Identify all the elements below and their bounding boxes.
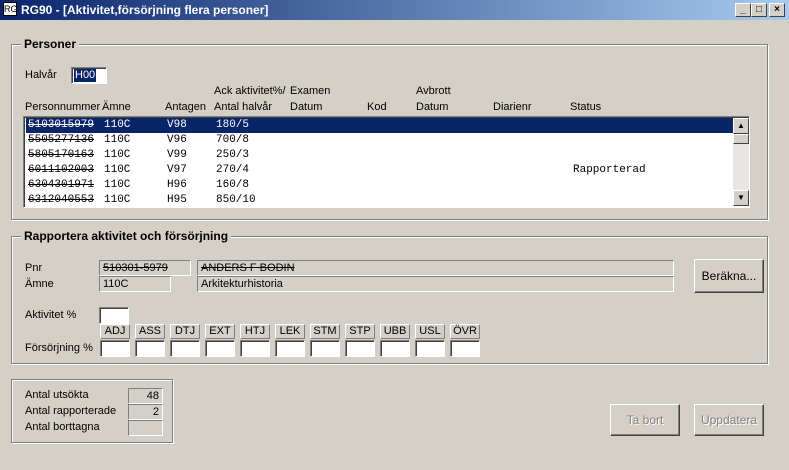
amne-value: 110C (99, 276, 171, 292)
scroll-down-icon[interactable]: ▼ (733, 190, 749, 206)
forsorjning-input-ext[interactable] (205, 340, 235, 357)
header-diarienr: Diarienr (493, 101, 532, 113)
antal-utsokta-value: 48 (128, 388, 163, 404)
table-row[interactable]: 6304301971 110C H96 160/8 (26, 178, 733, 193)
antal-borttagna-label: Antal borttagna (25, 421, 100, 433)
person-list[interactable]: 5103015979 110C V98 180/5 5505277136 110C V96 7… (23, 116, 750, 208)
maximize-button[interactable]: □ (751, 3, 767, 17)
cell-pnr: 5805170163 (28, 149, 95, 161)
cell-ack: 700/8 (216, 134, 250, 146)
halvar-label: Halvår (25, 69, 57, 81)
forsorjning-input-stp[interactable] (345, 340, 375, 357)
scroll-up-icon[interactable]: ▲ (733, 118, 749, 134)
header-status: Status (570, 101, 602, 113)
close-button[interactable]: × (769, 3, 785, 17)
header-ack-aktivitet: Ack aktivitet%/ (214, 85, 286, 97)
ta-bort-button[interactable]: Ta bort (610, 404, 680, 436)
antal-utsokta-label: Antal utsökta (25, 389, 89, 401)
cell-pnr: 5505277136 (28, 134, 95, 146)
cell-amne: 110C (104, 194, 131, 206)
aktivitet-label: Aktivitet % (25, 309, 77, 321)
antal-rapporterade-value: 2 (128, 404, 163, 420)
code-label-övr: ÖVR (450, 324, 480, 339)
code-label-stm: STM (310, 324, 340, 339)
cell-antagen: V96 (167, 134, 187, 146)
app-icon[interactable]: RG (3, 2, 18, 16)
aktivitet-input[interactable] (99, 307, 129, 324)
cell-amne: 110C (104, 179, 131, 191)
header-personnummer: Personnummer (25, 101, 101, 113)
cell-pnr: 6304301971 (28, 179, 95, 191)
cell-ack: 180/5 (216, 119, 250, 131)
code-label-stp: STP (345, 324, 375, 339)
cell-pnr: 6312040553 (28, 194, 95, 206)
forsorjning-label: Försörjning % (25, 342, 93, 354)
antal-borttagna-value (128, 420, 163, 436)
forsorjning-input-adj[interactable] (100, 340, 130, 357)
table-row[interactable]: 5505277136 110C V96 700/8 (26, 133, 733, 148)
cell-amne: 110C (104, 119, 131, 131)
cell-ack: 850/10 (216, 194, 256, 206)
code-label-lek: LEK (275, 324, 305, 339)
code-label-ubb: UBB (380, 324, 410, 339)
uppdatera-button[interactable]: Uppdatera (694, 404, 764, 436)
table-row[interactable]: 6011102003 110C V97 270/4 Rapporterad (26, 163, 733, 178)
code-label-htj: HTJ (240, 324, 270, 339)
code-label-dtj: DTJ (170, 324, 200, 339)
header-antagen: Antagen (165, 101, 206, 113)
person-name-value: ANDERS F BODIN (197, 260, 674, 276)
forsorjning-input-stm[interactable] (310, 340, 340, 357)
header-examen-datum: Datum (290, 101, 323, 113)
personer-group-title: Personer (21, 37, 80, 51)
header-amne: Ämne (102, 101, 131, 113)
table-row[interactable]: 6312040553 110C H95 850/10 (26, 193, 733, 207)
forsorjning-input-ass[interactable] (135, 340, 165, 357)
header-avbrott: Avbrott (416, 85, 451, 97)
forsorjning-input-övr[interactable] (450, 340, 480, 357)
cell-status: Rapporterad (573, 164, 646, 176)
cell-ack: 270/4 (216, 164, 250, 176)
table-row[interactable]: 5805170163 110C V99 250/3 (26, 148, 733, 163)
forsorjning-input-lek[interactable] (275, 340, 305, 357)
code-label-ass: ASS (135, 324, 165, 339)
cell-pnr: 6011102003 (28, 164, 95, 176)
cell-antagen: V97 (167, 164, 187, 176)
code-label-adj: ADJ (100, 324, 130, 339)
forsorjning-input-htj[interactable] (240, 340, 270, 357)
amne-name-value: Arkitekturhistoria (197, 276, 674, 292)
cell-antagen: V99 (167, 149, 187, 161)
code-label-ext: EXT (205, 324, 235, 339)
halvar-value: H00 (74, 69, 97, 82)
window-title: RG90 - [Aktivitet,försörjning flera pers… (21, 3, 269, 17)
minimize-button[interactable]: _ (735, 3, 751, 17)
cell-amne: 110C (104, 149, 131, 161)
code-label-usl: USL (415, 324, 445, 339)
cell-antagen: V98 (167, 119, 187, 131)
cell-amne: 110C (104, 164, 131, 176)
forsorjning-input-ubb[interactable] (380, 340, 410, 357)
cell-ack: 250/3 (216, 149, 250, 161)
header-antal-halvar: Antal halvår (214, 101, 273, 113)
pnr-label: Pnr (25, 262, 43, 274)
table-row[interactable]: 5103015979 110C V98 180/5 (26, 118, 733, 133)
header-kod: Kod (367, 101, 387, 113)
forsorjning-input-usl[interactable] (415, 340, 445, 357)
cell-pnr: 5103015979 (28, 119, 95, 131)
cell-amne: 110C (104, 134, 131, 146)
forsorjning-input-dtj[interactable] (170, 340, 200, 357)
scroll-thumb[interactable] (733, 134, 749, 144)
header-examen: Examen (290, 85, 331, 97)
pnr-value: 510301-5979 (99, 260, 191, 276)
header-avbrott-datum: Datum (416, 101, 449, 113)
rapportera-group-title: Rapportera aktivitet och försörjning (21, 229, 232, 243)
amne-label: Ämne (25, 278, 54, 290)
halvar-input[interactable]: H00 (71, 67, 107, 84)
cell-ack: 160/8 (216, 179, 250, 191)
cell-antagen: H96 (167, 179, 187, 191)
berakna-button[interactable]: Beräkna... (694, 259, 764, 293)
antal-rapporterade-label: Antal rapporterade (25, 405, 117, 417)
cell-antagen: H95 (167, 194, 187, 206)
